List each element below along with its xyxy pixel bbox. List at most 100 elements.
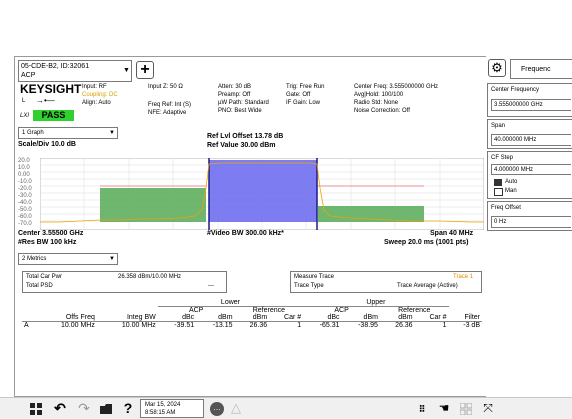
column-header: Car # <box>284 314 302 321</box>
preamp-label: Preamp: Off <box>218 92 251 98</box>
measure-trace-label: Measure Trace <box>294 274 335 280</box>
metrics-select[interactable]: 2 Metrics ▼ <box>18 253 118 265</box>
gate-label: Gate: Off <box>286 92 311 98</box>
warning-triangle-icon: △ <box>231 400 241 415</box>
table-cell: 1 <box>297 322 302 329</box>
total-car-pwr-label: Total Car Pwr <box>26 274 63 280</box>
y-tick: -50.0 <box>18 207 32 213</box>
span-softkey[interactable]: Span 40.000000 MHz <box>487 119 572 149</box>
undo-button[interactable]: ↶ <box>52 400 68 416</box>
redo-button[interactable]: ↷ <box>76 400 92 416</box>
y-tick: -30.0 <box>18 193 32 199</box>
total-psd-label: Total PSD <box>26 283 53 289</box>
multi-window-button[interactable] <box>458 401 474 417</box>
keypad-button[interactable]: ⠿ <box>414 401 430 417</box>
nfe-label: NFE: Adaptive <box>148 110 187 116</box>
expand-icon: ⤧ <box>483 400 493 415</box>
span-field[interactable]: 40.000000 MHz <box>491 134 571 146</box>
lower-acp-header: ACP <box>188 307 204 314</box>
freq-offset-softkey[interactable]: Freq Offset 0 Hz <box>487 201 572 231</box>
add-screen-button[interactable]: + <box>136 61 154 79</box>
mode-indicator: L <box>22 98 26 104</box>
gear-icon: ⚙ <box>491 60 503 75</box>
center-frequency-field[interactable]: 3.555000000 GHz <box>491 99 571 111</box>
tab-frequency-label: Frequenc <box>521 66 551 73</box>
cf-step-softkey[interactable]: CF Step 4.000000 MHz Auto Man <box>487 151 572 199</box>
radio-std-label: Radio Std: None <box>354 100 399 106</box>
ref-offset-label: Ref Lvl Offset 13.78 dB <box>207 133 284 140</box>
y-tick: -60.0 <box>18 214 32 220</box>
column-header: dBm <box>218 314 233 321</box>
metrics-select-label: 2 Metrics <box>22 256 47 262</box>
table-cell: -39.51 <box>174 322 195 329</box>
freq-offset-label: Freq Offset <box>491 205 521 211</box>
table-cell: -38.95 <box>358 322 378 329</box>
status-button[interactable]: … <box>209 401 225 417</box>
align-label: Align: Auto <box>82 100 111 106</box>
file-line1: 05-CDE-B2, ID:32061 <box>21 63 90 70</box>
center-label: Center 3.55500 GHz <box>18 230 84 237</box>
upper-adjacent-channel <box>318 206 424 222</box>
column-header: Car # <box>429 314 447 321</box>
table-cell: -3 dB <box>463 322 480 329</box>
freq-ref-label: Freq Ref: Int (S) <box>148 102 192 108</box>
help-icon: ? <box>123 400 133 416</box>
y-tick: 10.0 <box>18 165 30 171</box>
video-bw-label: #Video BW 300.00 kHz* <box>207 230 284 237</box>
keypad-icon: ⠿ <box>418 403 426 414</box>
windows-icon <box>30 403 42 415</box>
file-select[interactable]: 05-CDE-B2, ID:32061 ACP ▼ <box>18 60 132 82</box>
freq-offset-field[interactable]: 0 Hz <box>491 216 571 228</box>
alert-button[interactable]: △ <box>228 400 244 416</box>
fullscreen-button[interactable]: ⤧ <box>480 400 496 416</box>
acp-table: Lower Upper ACP Reference ACP Reference … <box>22 299 482 329</box>
view-select[interactable]: 1 Graph ▼ <box>18 127 118 139</box>
y-tick: -20.0 <box>18 186 32 192</box>
datetime: Mar 15, 2024 8:58:15 AM <box>140 399 204 418</box>
table-cell: -65.31 <box>319 322 340 329</box>
chevron-down-icon: ▼ <box>109 256 115 262</box>
column-header: Offs Freq <box>65 314 95 321</box>
upper-reference-header: Reference <box>398 307 431 314</box>
cf-step-label: CF Step <box>491 155 514 161</box>
ref-value-label: Ref Value 30.00 dBm <box>207 142 276 149</box>
trace-summary: Measure Trace Trace 1 Trace Type Trace A… <box>290 271 482 293</box>
table-row: A 10.00 MHz 10.00 MHz -39.51 -13.15 26.3… <box>22 322 482 329</box>
span-softkey-label: Span <box>491 123 506 129</box>
windows-start-button[interactable] <box>28 401 44 417</box>
settings-button[interactable]: ⚙ <box>488 59 506 77</box>
upper-group-header: Upper <box>303 299 449 307</box>
column-header: dBm <box>363 314 378 321</box>
column-header <box>22 314 36 322</box>
man-radio[interactable] <box>494 188 503 196</box>
noise-correction-label: Noise Correction: Off <box>354 108 410 114</box>
save-file-button[interactable] <box>98 401 114 417</box>
spectrum-plot[interactable] <box>40 158 484 230</box>
lower-group-header: Lower <box>157 299 304 307</box>
auto-radio[interactable] <box>494 179 502 186</box>
help-button[interactable]: ? <box>120 400 136 416</box>
cf-step-field[interactable]: 4.000000 MHz <box>491 164 571 175</box>
total-car-pwr-value: 26.358 dBm/10.00 MHz <box>118 274 182 280</box>
touch-button[interactable]: ☚ <box>436 400 452 416</box>
chevron-down-icon: ▼ <box>123 67 130 74</box>
center-frequency-softkey[interactable]: Center Frequency 3.555000000 GHz <box>487 83 572 117</box>
time-label: 8:58:15 AM <box>145 410 176 416</box>
ellipsis-icon: … <box>210 402 224 416</box>
scale-label: Scale/Div 10.0 dB <box>18 141 76 148</box>
tab-frequency[interactable]: Frequenc <box>510 59 572 79</box>
center-frequency-label: Center Frequency <box>491 87 540 93</box>
grid-icon <box>460 403 472 415</box>
res-bw-label: #Res BW 100 kHz <box>18 239 77 246</box>
table-cell: 10.00 MHz <box>61 322 95 329</box>
softkey-panel: ⚙ Frequenc Center Frequency 3.555000000 … <box>486 56 572 397</box>
touch-hand-icon: ☚ <box>438 401 450 415</box>
column-header: dBc <box>182 314 195 321</box>
y-axis-ticks: 20.0 10.0 0.00 -10.0 -20.0 -30.0 -40.0 -… <box>18 158 38 228</box>
table-spacer <box>449 307 482 315</box>
redo-icon: ↷ <box>78 399 90 416</box>
column-header: Filter <box>464 314 480 321</box>
column-header: dBm <box>398 314 413 321</box>
column-header: dBm <box>252 314 268 321</box>
pass-indicator: PASS <box>33 110 74 121</box>
